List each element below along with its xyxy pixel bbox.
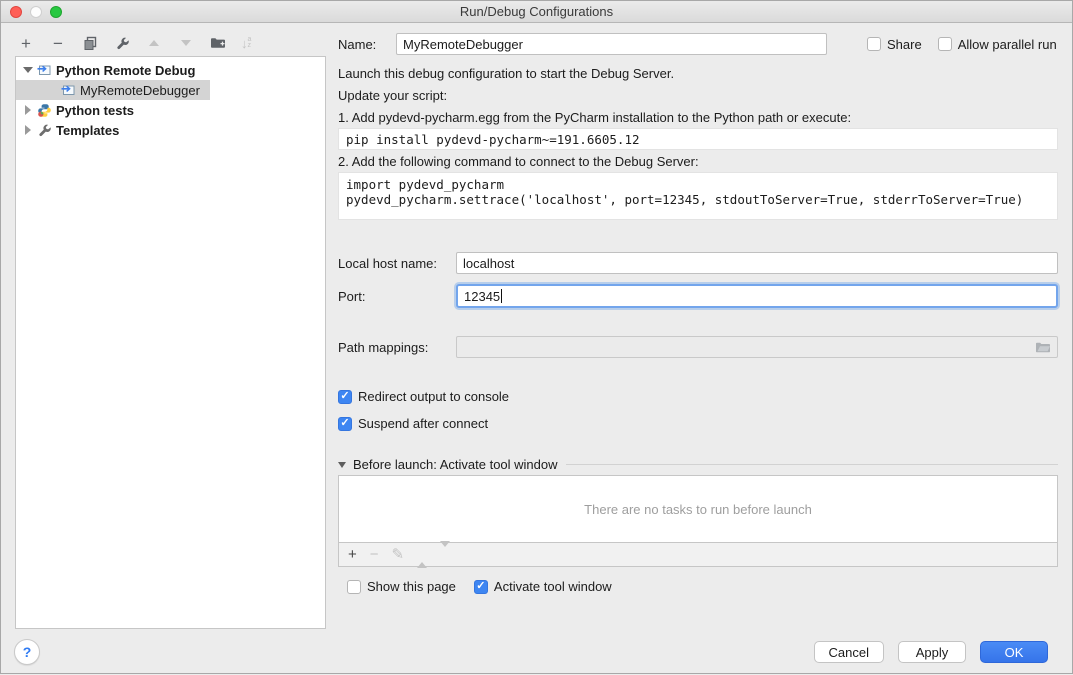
update-script-label: Update your script: (338, 88, 447, 103)
remove-configuration-button[interactable]: − (49, 34, 67, 52)
before-launch-header[interactable]: Before launch: Activate tool window (338, 457, 1058, 472)
zoom-button[interactable] (50, 6, 62, 18)
name-input[interactable] (396, 33, 827, 55)
minimize-button (30, 6, 42, 18)
redirect-output-label: Redirect output to console (358, 389, 509, 404)
expander-collapsed-icon[interactable] (22, 125, 34, 135)
path-mappings-row: Path mappings: (338, 336, 1058, 358)
tree-item-templates[interactable]: Templates (16, 120, 325, 140)
description-text: Launch this debug configuration to start… (338, 66, 674, 81)
checkbox-checked-icon (474, 580, 488, 594)
traffic-lights (10, 6, 62, 18)
activate-tool-window-checkbox[interactable]: Activate tool window (474, 579, 612, 594)
run-debug-configurations-dialog: Run/Debug Configurations + − ↓ az Python… (0, 0, 1073, 674)
tree-item-python-remote-debug[interactable]: Python Remote Debug (16, 60, 325, 80)
checkbox-icon (347, 580, 361, 594)
step2-text: 2. Add the following command to connect … (338, 154, 699, 169)
remote-debug-icon (61, 83, 76, 98)
code-line-2: pydevd_pycharm.settrace('localhost', por… (346, 192, 1050, 207)
section-divider (566, 464, 1058, 465)
remove-task-button: − (370, 547, 379, 562)
new-folder-icon[interactable] (209, 34, 227, 52)
local-host-label: Local host name: (338, 256, 456, 271)
close-button[interactable] (10, 6, 22, 18)
path-mappings-label: Path mappings: (338, 340, 456, 355)
move-up-icon (145, 34, 163, 52)
expander-collapsed-icon[interactable] (22, 105, 34, 115)
allow-parallel-run-label: Allow parallel run (958, 37, 1057, 52)
before-launch-tasks-panel[interactable]: There are no tasks to run before launch (338, 475, 1058, 543)
name-row: Name: Share Allow parallel run (338, 33, 1058, 55)
step1-text: 1. Add pydevd-pycharm.egg from the PyCha… (338, 110, 851, 125)
tree-item-python-tests[interactable]: Python tests (16, 100, 325, 120)
tree-item-label: Templates (56, 123, 119, 138)
apply-button[interactable]: Apply (898, 641, 966, 663)
suspend-after-connect-label: Suspend after connect (358, 416, 488, 431)
share-checkbox[interactable]: Share (867, 37, 922, 52)
help-button[interactable]: ? (14, 639, 40, 665)
local-host-input[interactable] (456, 252, 1058, 274)
configurations-tree: Python Remote Debug MyRemoteDebugger Pyt… (15, 56, 326, 629)
port-row: Port: 12345 (338, 283, 1058, 309)
local-host-row: Local host name: (338, 252, 1058, 274)
show-this-page-checkbox[interactable]: Show this page (347, 579, 456, 594)
checkbox-icon (938, 37, 952, 51)
copy-configuration-icon[interactable] (81, 34, 99, 52)
empty-tasks-message: There are no tasks to run before launch (584, 502, 812, 517)
dialog-buttons: Cancel Apply OK (814, 641, 1048, 663)
move-down-icon (177, 34, 195, 52)
pip-command-code[interactable]: pip install pydevd-pycharm~=191.6605.12 (338, 128, 1058, 150)
port-value: 12345 (464, 289, 500, 304)
checkbox-checked-icon (338, 417, 352, 431)
code-line-1: import pydevd_pycharm (346, 177, 1050, 192)
tasks-toolbar: + − ✎ (338, 543, 1058, 567)
text-caret (501, 289, 502, 303)
tree-item-label: Python tests (56, 103, 134, 118)
path-mappings-input[interactable] (456, 336, 1058, 358)
add-task-button[interactable]: + (348, 547, 357, 562)
redirect-output-checkbox[interactable]: Redirect output to console (338, 389, 509, 404)
settrace-code-block[interactable]: import pydevd_pycharm pydevd_pycharm.set… (338, 172, 1058, 220)
sort-alphabetically-icon: ↓ az (241, 36, 251, 51)
collapse-triangle-icon[interactable] (338, 462, 346, 468)
port-input[interactable]: 12345 (456, 284, 1058, 308)
show-this-page-label: Show this page (367, 579, 456, 594)
name-label: Name: (338, 37, 396, 52)
add-configuration-button[interactable]: + (17, 34, 35, 52)
remote-debug-icon (37, 63, 52, 78)
python-tests-icon (37, 103, 52, 118)
templates-wrench-icon (37, 123, 52, 138)
suspend-after-connect-checkbox[interactable]: Suspend after connect (338, 416, 488, 431)
configuration-editor: Name: Share Allow parallel run Launch th… (338, 1, 1060, 675)
checkbox-icon (867, 37, 881, 51)
port-label: Port: (338, 289, 456, 304)
cancel-button[interactable]: Cancel (814, 641, 884, 663)
edit-defaults-wrench-icon[interactable] (113, 34, 131, 52)
tree-item-label: Python Remote Debug (56, 63, 195, 78)
share-label: Share (887, 37, 922, 52)
tree-item-label: MyRemoteDebugger (80, 83, 200, 98)
ok-button[interactable]: OK (980, 641, 1048, 663)
expander-expanded-icon[interactable] (22, 67, 34, 73)
configurations-toolbar: + − ↓ az (17, 32, 251, 54)
edit-task-pencil-icon: ✎ (392, 547, 405, 562)
browse-folder-icon[interactable] (1035, 341, 1051, 354)
activate-tool-window-label: Activate tool window (494, 579, 612, 594)
checkbox-checked-icon (338, 390, 352, 404)
tree-item-myremotedebugger[interactable]: MyRemoteDebugger (16, 80, 325, 100)
before-launch-title: Before launch: Activate tool window (353, 457, 558, 472)
allow-parallel-run-checkbox[interactable]: Allow parallel run (938, 37, 1057, 52)
question-mark-icon: ? (23, 644, 32, 660)
pip-command-text: pip install pydevd-pycharm~=191.6605.12 (346, 132, 640, 147)
move-task-down-icon (440, 547, 450, 562)
move-task-up-icon (417, 547, 427, 562)
